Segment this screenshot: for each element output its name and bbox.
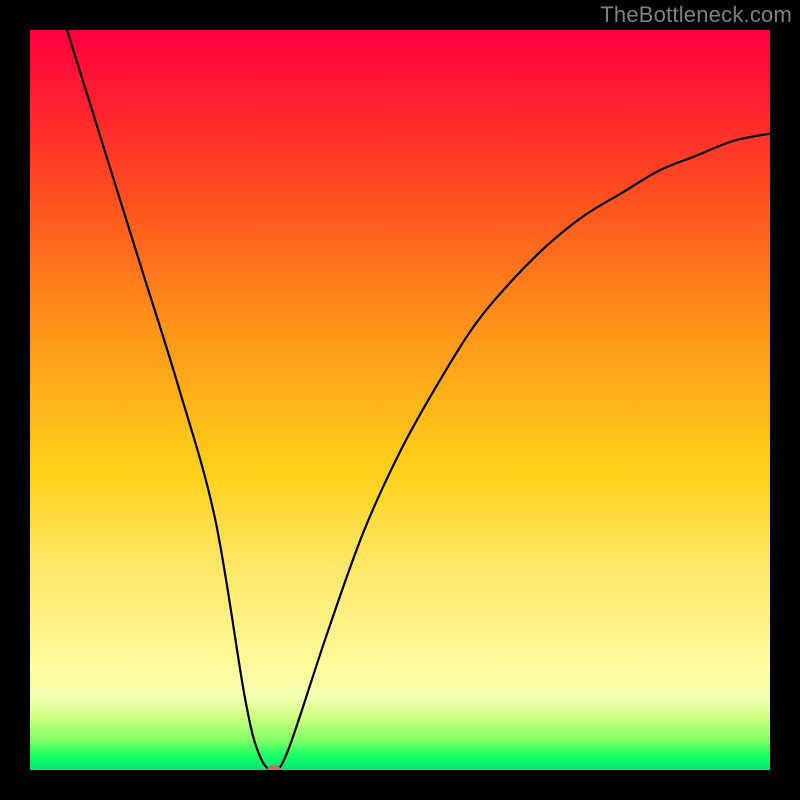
bottleneck-curve — [30, 30, 770, 770]
plot-area — [30, 30, 770, 770]
chart-frame: TheBottleneck.com — [0, 0, 800, 800]
minimum-marker — [267, 765, 281, 770]
watermark-text: TheBottleneck.com — [600, 2, 792, 28]
